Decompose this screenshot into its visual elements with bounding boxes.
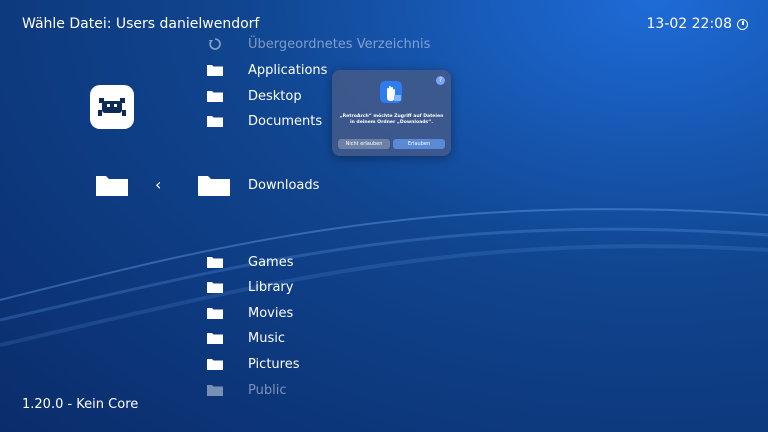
list-item-documents[interactable]: Documents — [205, 111, 322, 131]
list-item-music[interactable]: Music — [205, 328, 285, 348]
background-wave — [0, 208, 768, 347]
folder-icon — [205, 382, 225, 398]
list-item-pictures[interactable]: Pictures — [205, 354, 299, 374]
folder-icon — [205, 279, 225, 295]
folder-icon — [205, 254, 225, 270]
version-label: 1.20.0 - Kein Core — [22, 397, 139, 412]
folder-icon — [197, 172, 231, 202]
clock-text: 13-02 22:08 — [646, 16, 732, 32]
clock-icon — [737, 18, 748, 30]
list-item-label: Library — [248, 279, 294, 295]
clock: 13-02 22:08 — [647, 16, 748, 32]
allow-button[interactable]: Erlauben — [393, 139, 445, 149]
dialog-message: „RetroArch“ möchte Zugriff auf Dateien i… — [339, 114, 444, 125]
folder-icon — [205, 62, 225, 78]
folder-icon — [205, 305, 225, 321]
folder-icon — [205, 113, 225, 129]
folder-icon — [205, 330, 225, 346]
list-item-label: Music — [248, 330, 285, 346]
list-item-label: Games — [248, 254, 294, 270]
folder-icon — [205, 88, 225, 104]
list-item-parent-directory[interactable]: Übergeordnetes Verzeichnis — [205, 34, 430, 54]
list-item-games[interactable]: Games — [205, 252, 293, 272]
list-item-label: Applications — [248, 62, 328, 78]
list-item-applications[interactable]: Applications — [205, 60, 327, 80]
list-item-movies[interactable]: Movies — [205, 303, 293, 323]
list-item-label: Movies — [248, 305, 294, 321]
folder-icon — [205, 356, 225, 372]
permission-dialog: ? „RetroArch“ möchte Zugriff auf Dateien… — [332, 70, 451, 156]
retroarch-logo-icon — [90, 85, 134, 129]
chevron-left-icon[interactable]: ‹ — [155, 175, 161, 194]
list-item-library[interactable]: Library — [205, 277, 293, 297]
privacy-hand-icon — [380, 81, 402, 103]
page-title: Wähle Datei: Users danielwendorf — [22, 16, 260, 32]
deny-button[interactable]: Nicht erlauben — [338, 139, 390, 149]
list-item-desktop[interactable]: Desktop — [205, 86, 302, 106]
list-item-label: Desktop — [248, 88, 302, 104]
parent-dir-icon — [205, 36, 225, 52]
list-item-label: Pictures — [248, 356, 300, 372]
list-item-label: Documents — [248, 113, 323, 129]
folder-icon — [95, 172, 129, 202]
list-item-label: Übergeordnetes Verzeichnis — [248, 36, 431, 52]
list-item-public[interactable]: Public — [205, 380, 286, 400]
list-item-label: Downloads — [248, 177, 320, 193]
help-icon[interactable]: ? — [436, 76, 445, 85]
list-item-label: Public — [248, 382, 287, 398]
